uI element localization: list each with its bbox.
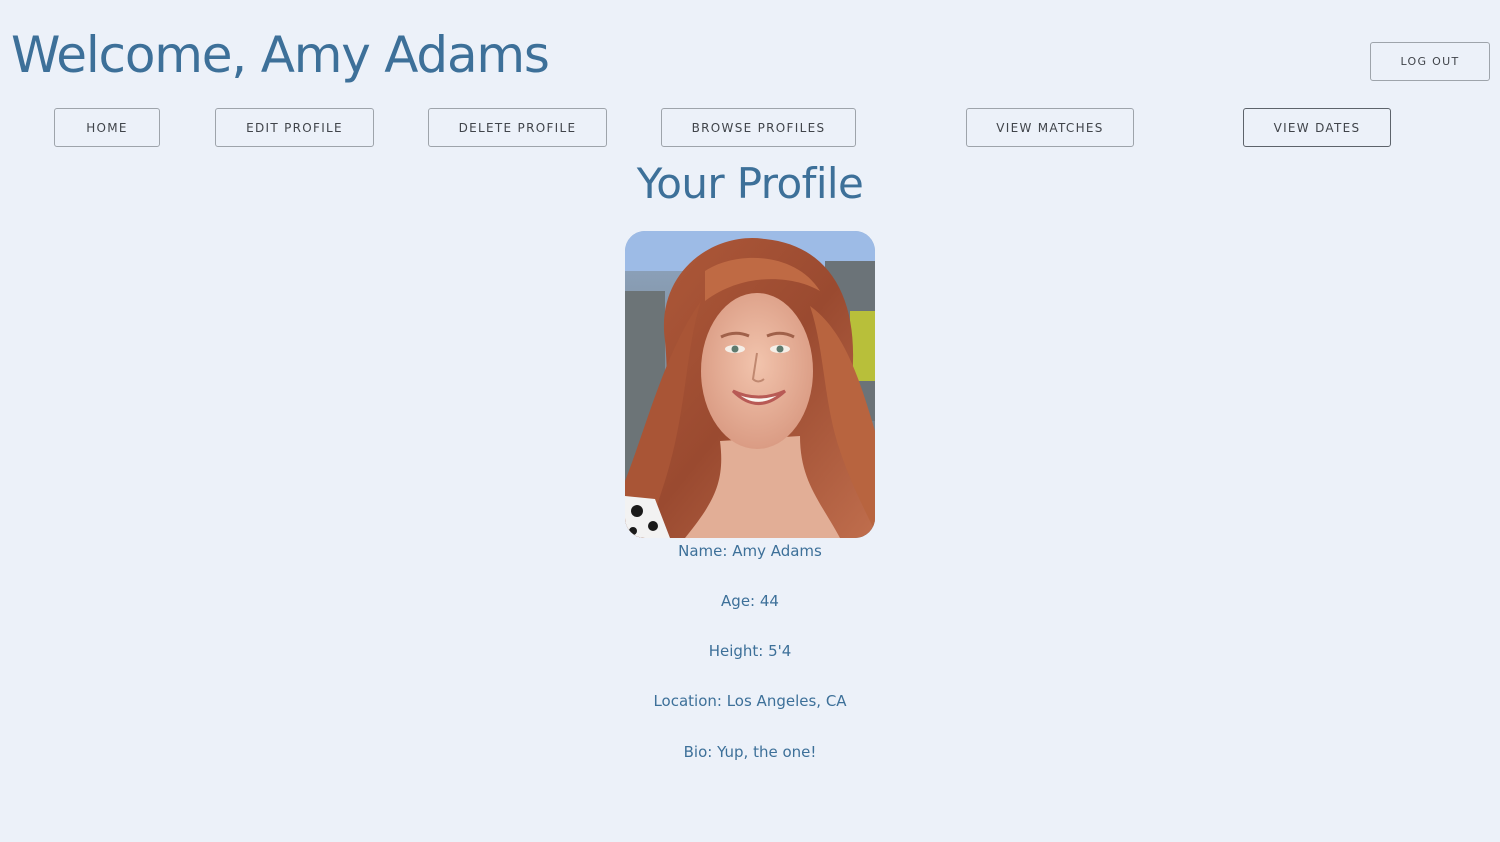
profile-bio: Bio: Yup, the one! (683, 743, 817, 761)
nav-view-dates-button[interactable]: VIEW DATES (1243, 108, 1391, 147)
nav-home-button[interactable]: HOME (54, 108, 160, 147)
profile-photo (625, 231, 875, 538)
welcome-heading: Welcome, Amy Adams (11, 26, 550, 84)
portrait-photo-icon (625, 231, 875, 538)
nav-browse-profiles-button[interactable]: BROWSE PROFILES (661, 108, 856, 147)
profile-age: Age: 44 (721, 592, 779, 610)
nav-edit-profile-button[interactable]: EDIT PROFILE (215, 108, 374, 147)
your-profile-title: Your Profile (636, 159, 864, 208)
profile-height: Height: 5'4 (708, 642, 792, 660)
profile-location: Location: Los Angeles, CA (653, 692, 847, 710)
nav-view-matches-button[interactable]: VIEW MATCHES (966, 108, 1134, 147)
profile-name: Name: Amy Adams (678, 542, 822, 560)
logout-button[interactable]: LOG OUT (1370, 42, 1490, 81)
nav-delete-profile-button[interactable]: DELETE PROFILE (428, 108, 607, 147)
